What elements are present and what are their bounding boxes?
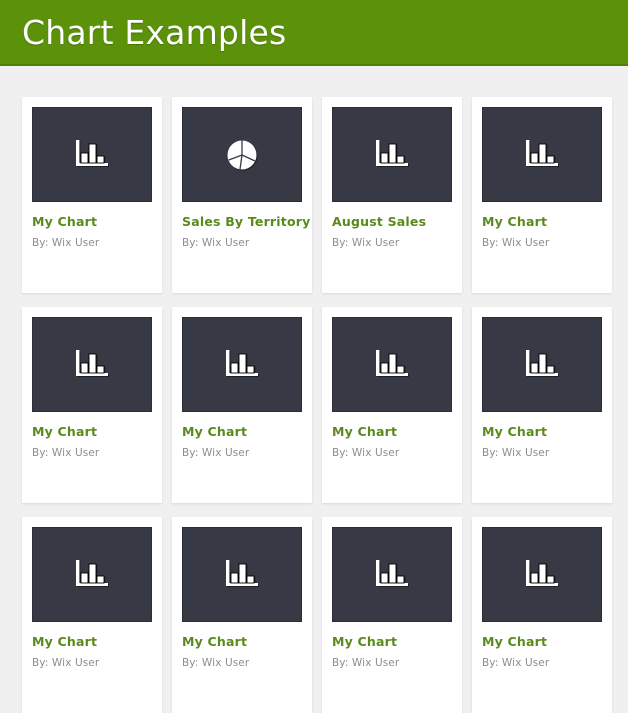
chart-card-author: By: Wix User bbox=[32, 656, 100, 669]
gallery-row: My Chart By: Wix User My Chart By: Wix U… bbox=[22, 307, 614, 503]
chart-card-author: By: Wix User bbox=[182, 236, 250, 249]
chart-thumbnail[interactable] bbox=[482, 317, 602, 412]
chart-card-title[interactable]: My Chart bbox=[32, 425, 152, 439]
chart-card-author: By: Wix User bbox=[182, 656, 250, 669]
chart-card-author: By: Wix User bbox=[482, 656, 550, 669]
chart-card-title[interactable]: My Chart bbox=[332, 635, 452, 649]
chart-card-title[interactable]: Sales By Territory bbox=[182, 215, 310, 229]
chart-card[interactable]: My Chart By: Wix User bbox=[472, 307, 612, 503]
pie-chart-icon bbox=[227, 140, 257, 169]
chart-card-author: By: Wix User bbox=[332, 236, 400, 249]
chart-card-title[interactable]: My Chart bbox=[182, 635, 302, 649]
chart-thumbnail[interactable] bbox=[32, 107, 152, 202]
chart-thumbnail[interactable] bbox=[32, 527, 152, 622]
chart-card-title[interactable]: My Chart bbox=[32, 215, 152, 229]
page-header: Chart Examples bbox=[0, 0, 628, 66]
chart-card[interactable]: My Chart By: Wix User bbox=[172, 307, 312, 503]
chart-card[interactable]: My Chart By: Wix User bbox=[22, 517, 162, 713]
chart-card-author: By: Wix User bbox=[32, 446, 100, 459]
chart-card[interactable]: My Chart By: Wix User bbox=[22, 307, 162, 503]
chart-thumbnail[interactable] bbox=[482, 527, 602, 622]
chart-card-author: By: Wix User bbox=[332, 656, 400, 669]
chart-card-title[interactable]: My Chart bbox=[482, 215, 602, 229]
chart-thumbnail[interactable] bbox=[332, 527, 452, 622]
chart-card-author: By: Wix User bbox=[332, 446, 400, 459]
chart-card[interactable]: My Chart By: Wix User bbox=[472, 97, 612, 293]
chart-card-title[interactable]: My Chart bbox=[332, 425, 452, 439]
chart-thumbnail[interactable] bbox=[332, 317, 452, 412]
gallery-row: My Chart By: Wix User Sales By Territory… bbox=[22, 97, 614, 293]
chart-card[interactable]: My Chart By: Wix User bbox=[22, 97, 162, 293]
chart-card[interactable]: My Chart By: Wix User bbox=[322, 517, 462, 713]
chart-card[interactable]: Sales By Territory By: Wix User bbox=[172, 97, 312, 293]
chart-card-title[interactable]: August Sales bbox=[332, 215, 452, 229]
chart-thumbnail[interactable] bbox=[32, 317, 152, 412]
bar-chart-icon bbox=[526, 559, 558, 586]
bar-chart-icon bbox=[376, 349, 408, 376]
chart-thumbnail[interactable] bbox=[332, 107, 452, 202]
chart-card[interactable]: August Sales By: Wix User bbox=[322, 97, 462, 293]
chart-gallery: My Chart By: Wix User Sales By Territory… bbox=[0, 66, 628, 713]
chart-card-author: By: Wix User bbox=[182, 446, 250, 459]
gallery-row: My Chart By: Wix User My Chart By: Wix U… bbox=[22, 517, 614, 713]
chart-card[interactable]: My Chart By: Wix User bbox=[322, 307, 462, 503]
chart-thumbnail[interactable] bbox=[182, 527, 302, 622]
chart-card-title[interactable]: My Chart bbox=[182, 425, 302, 439]
chart-card[interactable]: My Chart By: Wix User bbox=[472, 517, 612, 713]
chart-card-author: By: Wix User bbox=[482, 446, 550, 459]
bar-chart-icon bbox=[376, 139, 408, 166]
bar-chart-icon bbox=[226, 349, 258, 376]
bar-chart-icon bbox=[526, 349, 558, 376]
bar-chart-icon bbox=[76, 559, 108, 586]
bar-chart-icon bbox=[376, 559, 408, 586]
chart-thumbnail[interactable] bbox=[182, 107, 302, 202]
chart-card[interactable]: My Chart By: Wix User bbox=[172, 517, 312, 713]
bar-chart-icon bbox=[76, 139, 108, 166]
chart-card-author: By: Wix User bbox=[482, 236, 550, 249]
bar-chart-icon bbox=[526, 139, 558, 166]
chart-card-title[interactable]: My Chart bbox=[482, 635, 602, 649]
page-title: Chart Examples bbox=[22, 12, 287, 52]
bar-chart-icon bbox=[226, 559, 258, 586]
bar-chart-icon bbox=[76, 349, 108, 376]
chart-card-author: By: Wix User bbox=[32, 236, 100, 249]
chart-thumbnail[interactable] bbox=[482, 107, 602, 202]
chart-card-title[interactable]: My Chart bbox=[482, 425, 602, 439]
chart-thumbnail[interactable] bbox=[182, 317, 302, 412]
chart-card-title[interactable]: My Chart bbox=[32, 635, 152, 649]
